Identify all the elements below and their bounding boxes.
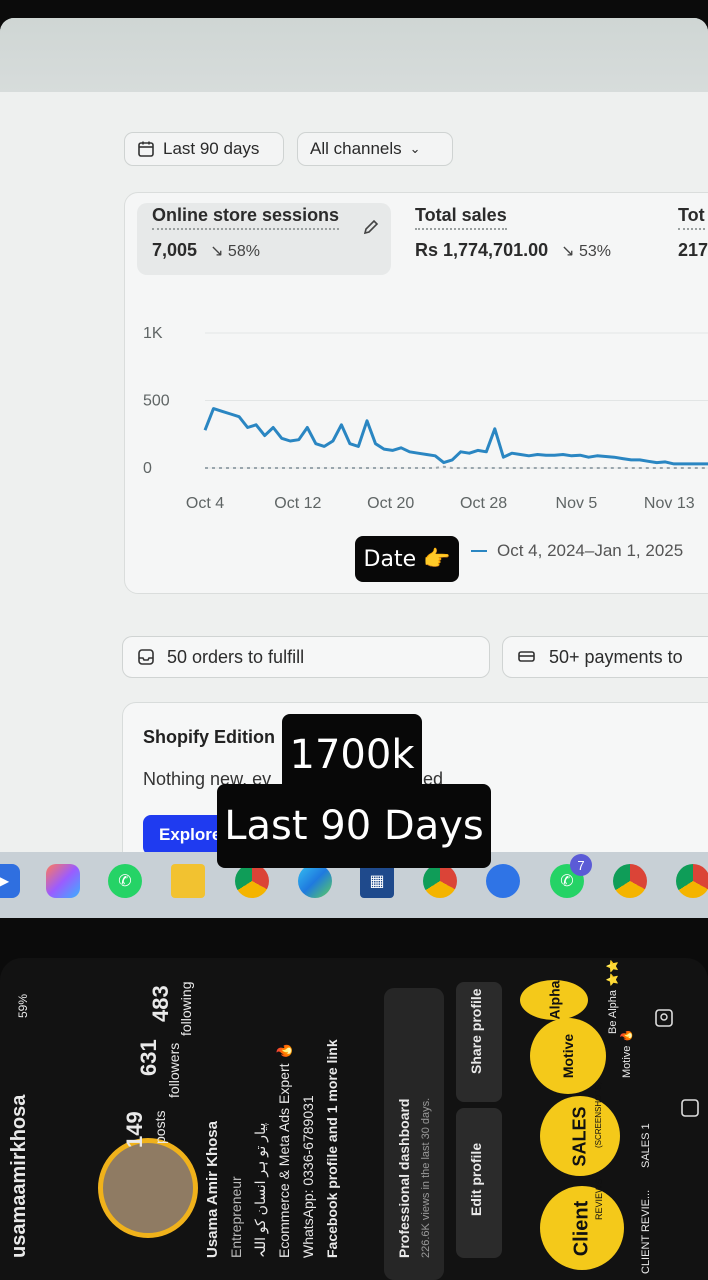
x-tick-label: Nov 5 [556, 495, 598, 512]
client-subtitle: REVIEWS [594, 1178, 604, 1220]
x-tick-label: Oct 12 [274, 495, 321, 512]
y-tick-label: 1K [143, 325, 163, 342]
highlight-alpha-label: Alpha [545, 980, 562, 1020]
highlight-alpha[interactable]: Alpha [520, 980, 588, 1020]
orders-to-fulfill-button[interactable]: 50 orders to fulfill [122, 636, 490, 678]
x-tick-label: Oct 4 [186, 495, 224, 512]
y-tick-label: 500 [143, 393, 170, 410]
metric-sessions[interactable]: Online store sessions 7,005 ↘ 58% [152, 205, 340, 283]
editions-title: Shopify Edition [143, 727, 275, 747]
inbox-icon [138, 649, 154, 665]
highlight-caption-client: CLIENT REVIE... [640, 1189, 652, 1274]
payment-icon [518, 651, 535, 662]
profile-link[interactable]: Facebook profile and 1 more link [324, 1039, 340, 1258]
payments-button[interactable]: 50+ payments to [502, 636, 708, 678]
media-icon[interactable]: ▶ [0, 864, 20, 898]
profile-avatar[interactable] [98, 1138, 198, 1238]
metric-title: Online store sessions [152, 205, 340, 230]
metric-third[interactable]: Tot 217 [678, 205, 708, 283]
sales-subtitle: (SCREENSHOTS) [594, 1081, 603, 1148]
highlight-motive-label: Motive [560, 1033, 576, 1079]
reels-icon[interactable] [680, 1098, 700, 1118]
store-icon[interactable]: ▦ [360, 864, 394, 898]
highlight-client[interactable]: Client [540, 1186, 624, 1270]
highlight-caption-motive: Motive 🔥 [621, 1028, 633, 1078]
screen-bezel-band [0, 18, 708, 92]
highlight-caption-alpha: Be Alpha ⭐⭐ Pro [607, 958, 619, 1034]
profile-username: usamaamirkhosa [8, 1094, 30, 1258]
sessions-series-line [203, 407, 708, 466]
metric-total-sales[interactable]: Total sales Rs 1,774,701.00 ↘ 53% [415, 205, 611, 283]
metric-delta: 53% [579, 243, 612, 260]
edge-icon[interactable] [298, 864, 332, 898]
profile-bio-urdu: پیار تو ہر انسان کو اللہ [252, 1122, 268, 1258]
dashboard-subtitle: 226.6K views in the last 30 days. [420, 1097, 432, 1258]
highlight-sales-label: SALES [569, 1105, 590, 1167]
metric-title: Tot [678, 205, 705, 230]
x-tick-label: Oct 20 [367, 495, 414, 512]
file-explorer-icon[interactable] [171, 864, 205, 898]
x-tick-label: Nov 13 [644, 495, 695, 512]
edit-profile-label: Edit profile [468, 1142, 484, 1216]
notification-badge: 7 [570, 854, 592, 876]
posts-label: posts [152, 1110, 168, 1144]
metric-delta: 58% [227, 243, 260, 260]
highlight-sales[interactable]: SALES [540, 1096, 620, 1176]
profile-name: Usama Amir Khosa [204, 1121, 221, 1258]
metric-value: 217 [678, 240, 708, 260]
battery-status: 59% [16, 993, 30, 1018]
chrome-profile-icon-2[interactable] [613, 864, 647, 898]
date-sticker: Date 👉 [355, 536, 459, 582]
copilot-icon[interactable] [46, 864, 80, 898]
x-tick-label: Oct 28 [460, 495, 507, 512]
following-label: following [178, 981, 194, 1036]
orders-label: 50 orders to fulfill [167, 646, 305, 667]
profile-whatsapp: WhatsApp: 0336-6789031 [300, 1095, 316, 1258]
explore-label: Explore [159, 825, 222, 844]
date-range-filter[interactable]: Last 90 days [124, 132, 284, 166]
browser-icon[interactable] [486, 864, 520, 898]
chrome-icon[interactable] [235, 864, 269, 898]
metric-value: Rs 1,774,701.00 [415, 240, 549, 260]
calendar-icon [138, 141, 154, 157]
profile-bio: Ecommerce & Meta Ads Expert 🔥 [276, 1042, 292, 1258]
chrome-profile-icon-3[interactable] [676, 864, 708, 898]
dashboard-title: Professional dashboard [396, 1098, 412, 1258]
metric-title: Total sales [415, 205, 507, 230]
metric-value: 7,005 [152, 240, 198, 260]
analytics-card: Online store sessions 7,005 ↘ 58% Total … [124, 192, 708, 594]
profile-role: Entrepreneur [228, 1176, 244, 1258]
phone-instagram-profile: usamaamirkhosa 59% 149 posts 631 followe… [0, 958, 708, 1280]
posts-count: 149 [122, 1111, 147, 1148]
pencil-icon[interactable] [361, 217, 381, 237]
followers-label: followers [166, 1042, 182, 1098]
whatsapp-icon[interactable]: ✆ [108, 864, 142, 898]
channels-filter[interactable]: All channels ⌄ [297, 132, 453, 166]
highlight-caption-sales: SALES 1 [640, 1123, 652, 1168]
legend-line [471, 550, 487, 552]
legend: Oct 4, 2024–Jan 1, 2025 [471, 541, 683, 561]
channels-label: All channels [310, 139, 402, 158]
dashboard-panel[interactable] [384, 988, 444, 1280]
payments-label: 50+ payments to [549, 646, 683, 667]
chevron-down-icon: ⌄ [409, 141, 421, 156]
date-range-label: Last 90 days [163, 139, 260, 158]
y-tick-label: 0 [143, 460, 152, 477]
period-sticker: Last 90 Days [217, 784, 491, 868]
share-profile-label: Share profile [468, 988, 484, 1074]
chrome-profile-icon[interactable] [423, 864, 457, 898]
tagged-icon[interactable] [654, 1008, 674, 1028]
following-count: 483 [148, 985, 173, 1022]
followers-count: 631 [136, 1039, 161, 1076]
highlight-client-label: Client [570, 1200, 593, 1256]
legend-label: Oct 4, 2024–Jan 1, 2025 [497, 541, 684, 560]
sessions-chart: 1K 500 0 Oct 4 Oct 12 Oct 20 Oct 28 Nov 5 Nov 13 [143, 325, 708, 512]
